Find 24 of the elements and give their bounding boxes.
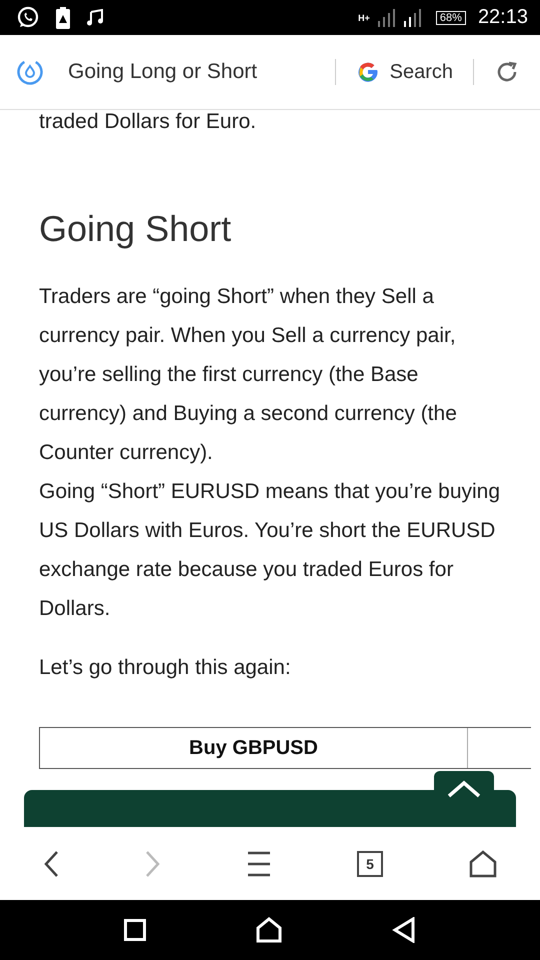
droplet-icon	[16, 58, 44, 86]
chevron-up-icon	[447, 780, 481, 798]
home-icon[interactable]	[469, 850, 497, 878]
tab-count-button[interactable]: 5	[357, 850, 383, 876]
table-header-cell: Buy GBPUSD	[40, 728, 468, 768]
paragraph: Let’s go through this again:	[39, 655, 292, 681]
chat-app-icon	[16, 6, 40, 30]
menu-icon[interactable]	[247, 850, 271, 876]
search-button[interactable]: Search	[336, 60, 473, 84]
signal-icon	[402, 8, 422, 26]
recents-icon[interactable]	[124, 919, 146, 941]
g-logo-icon	[356, 60, 380, 84]
page-title[interactable]: Going Long or Short	[68, 60, 335, 84]
paragraph: Going “Short” EURUSD means that you’re buying US Dollars with Euros. You’re short the EURUSD exchange rate because you traded Euros for Dollars.	[39, 479, 501, 622]
section-heading: Going Short	[39, 207, 232, 251]
clock: 22:13	[478, 6, 528, 29]
battery-warning-icon	[56, 6, 70, 28]
signal-icon	[376, 8, 396, 26]
battery-level: 68%	[436, 10, 466, 24]
network-type: H+	[358, 12, 370, 22]
paragraph: Traders are “going Short” when they Sell a currency pair. When you Sell a currency pair, you’re selling the first currency (the Base currency) and Buying a second currency (the Counter currency).	[39, 284, 458, 466]
music-note-icon	[86, 8, 104, 26]
back-icon[interactable]	[43, 850, 59, 878]
article-text: traded Dollars for Euro.	[39, 109, 258, 135]
